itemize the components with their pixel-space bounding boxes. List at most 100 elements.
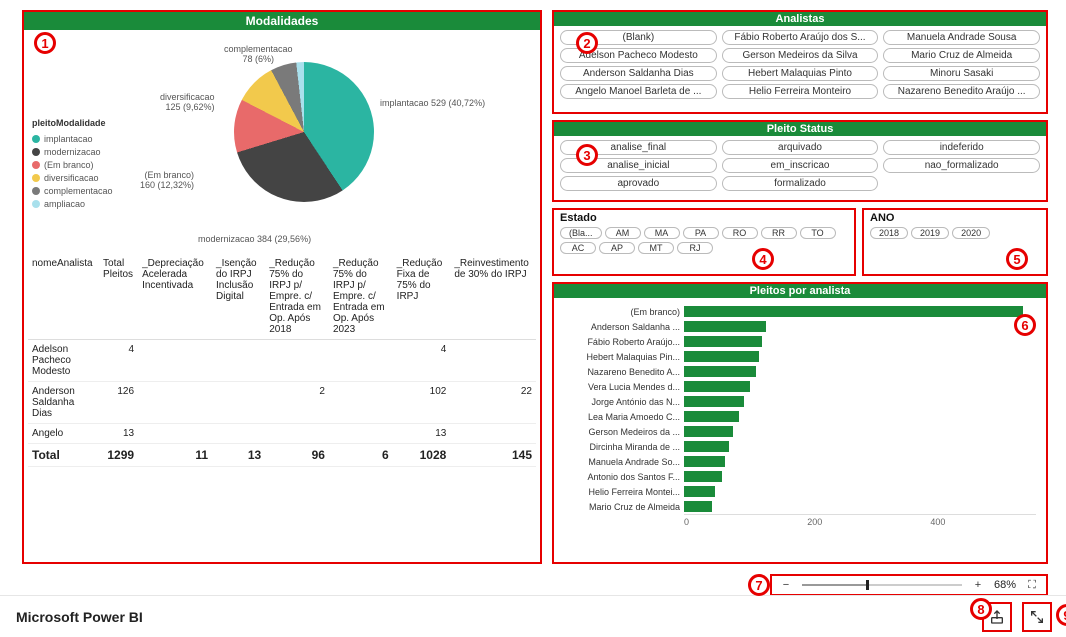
bar-label: Hebert Malaquias Pin... bbox=[564, 352, 680, 362]
bar bbox=[684, 321, 766, 332]
slicer-chip[interactable]: Nazareno Benedito Araújo ... bbox=[883, 84, 1040, 99]
slicer-chip[interactable]: MT bbox=[638, 242, 674, 254]
bar-row[interactable]: Helio Ferreira Montei... bbox=[564, 484, 1036, 499]
legend-item[interactable]: (Em branco) bbox=[32, 160, 113, 170]
slicer-chip[interactable]: RR bbox=[761, 227, 797, 239]
legend-item[interactable]: modernizacao bbox=[32, 147, 113, 157]
table-header-cell[interactable]: _Depreciação Acelerada Incentivada bbox=[138, 254, 212, 340]
zoom-slider[interactable] bbox=[802, 584, 962, 586]
bar-chart[interactable]: (Em branco)Anderson Saldanha ... Fábio Ro… bbox=[554, 298, 1046, 534]
bar bbox=[684, 456, 725, 467]
annotation-badge-8: 8 bbox=[970, 598, 992, 620]
slicer-chip[interactable]: Anderson Saldanha Dias bbox=[560, 66, 717, 81]
bar-row[interactable]: Anderson Saldanha ... bbox=[564, 319, 1036, 334]
bar-row[interactable]: Nazareno Benedito A... bbox=[564, 364, 1036, 379]
slicer-chip[interactable]: formalizado bbox=[722, 176, 879, 191]
slicer-chip[interactable]: Hebert Malaquias Pinto bbox=[722, 66, 879, 81]
legend-swatch bbox=[32, 148, 40, 156]
dashboard: Modalidades pleitoModalidade implantacao… bbox=[0, 0, 1066, 595]
table-total-cell: Total bbox=[28, 444, 99, 467]
legend-item[interactable]: implantacao bbox=[32, 134, 113, 144]
table-row[interactable]: Anderson Saldanha Dias126210222 bbox=[28, 382, 536, 424]
slicer-chip[interactable]: (Bla... bbox=[560, 227, 602, 239]
zoom-in-button[interactable]: + bbox=[970, 579, 986, 591]
legend-item[interactable]: diversificacao bbox=[32, 173, 113, 183]
table-row[interactable]: Angelo1313 bbox=[28, 424, 536, 444]
slicer-analistas: (Blank)Fábio Roberto Araújo dos S...Manu… bbox=[554, 26, 1046, 103]
zoom-out-button[interactable]: − bbox=[778, 579, 794, 591]
pie-slice-label: diversificacao 125 (9,62%) bbox=[160, 92, 215, 112]
annotation-badge-3: 3 bbox=[576, 144, 598, 166]
slicer-chip[interactable]: arquivado bbox=[722, 140, 879, 155]
table-header-cell[interactable]: _Redução 75% do IRPJ p/ Empre. c/ Entrad… bbox=[329, 254, 393, 340]
slicer-chip[interactable]: 2018 bbox=[870, 227, 908, 239]
slicer-chip[interactable]: PA bbox=[683, 227, 719, 239]
legend-item[interactable]: ampliacao bbox=[32, 199, 113, 209]
slicer-ano: 201820192020 bbox=[864, 224, 1046, 242]
slicer-chip[interactable]: Manuela Andrade Sousa bbox=[883, 30, 1040, 45]
fullscreen-button[interactable]: 9 bbox=[1022, 602, 1052, 632]
slicer-chip[interactable]: Fábio Roberto Araújo dos S... bbox=[722, 30, 879, 45]
bar-track bbox=[684, 486, 1036, 497]
legend-item[interactable]: complementacao bbox=[32, 186, 113, 196]
panel-ano: ANO 201820192020 5 bbox=[862, 208, 1048, 276]
slicer-chip[interactable]: AC bbox=[560, 242, 596, 254]
slicer-chip[interactable]: nao_formalizado bbox=[883, 158, 1040, 173]
table-row[interactable]: Adelson Pacheco Modesto44 bbox=[28, 340, 536, 382]
fit-to-page-button[interactable]: ⛶ bbox=[1024, 579, 1040, 592]
bar-row[interactable]: Jorge António das N... bbox=[564, 394, 1036, 409]
table-cell: 102 bbox=[393, 382, 451, 424]
bar-row[interactable]: Manuela Andrade So... bbox=[564, 454, 1036, 469]
bar-row[interactable]: Mario Cruz de Almeida bbox=[564, 499, 1036, 514]
table-total-row: Total129911139661028145 bbox=[28, 444, 536, 467]
share-button[interactable]: 8 bbox=[982, 602, 1012, 632]
annotation-badge-7: 7 bbox=[748, 574, 770, 596]
table-total-cell: 13 bbox=[212, 444, 265, 467]
slicer-chip[interactable]: AM bbox=[605, 227, 641, 239]
bar-track bbox=[684, 501, 1036, 512]
slicer-chip[interactable]: RO bbox=[722, 227, 758, 239]
bar-track bbox=[684, 351, 1036, 362]
table-header-cell[interactable]: _Redução 75% do IRPJ p/ Empre. c/ Entrad… bbox=[265, 254, 329, 340]
bar-row[interactable]: Lea Maria Amoedo C... bbox=[564, 409, 1036, 424]
bar-track bbox=[684, 426, 1036, 437]
pie-slice-label: implantacao 529 (40,72%) bbox=[380, 98, 485, 108]
legend-label: ampliacao bbox=[44, 199, 85, 209]
table-header-cell[interactable]: _Redução Fixa de 75% do IRPJ bbox=[393, 254, 451, 340]
table-header-cell[interactable]: _Reinvestimento de 30% do IRPJ bbox=[450, 254, 536, 340]
slicer-chip[interactable]: RJ bbox=[677, 242, 713, 254]
analyst-table[interactable]: nomeAnalistaTotal Pleitos_Depreciação Ac… bbox=[28, 254, 536, 467]
table-cell: Adelson Pacheco Modesto bbox=[28, 340, 99, 382]
slicer-chip[interactable]: TO bbox=[800, 227, 836, 239]
pie-chart-area[interactable]: pleitoModalidade implantacaomodernizacao… bbox=[24, 30, 540, 254]
slicer-chip[interactable]: AP bbox=[599, 242, 635, 254]
bar-row[interactable]: Vera Lucia Mendes d... bbox=[564, 379, 1036, 394]
bar-row[interactable]: Dircinha Miranda de ... bbox=[564, 439, 1036, 454]
bar-row[interactable]: Fábio Roberto Araújo... bbox=[564, 334, 1036, 349]
slicer-chip[interactable]: Mario Cruz de Almeida bbox=[883, 48, 1040, 63]
slicer-chip[interactable]: 2020 bbox=[952, 227, 990, 239]
slicer-estado: (Bla...AMMAPARORRTO ACAPMTRJ bbox=[554, 224, 854, 257]
bar-row[interactable]: (Em branco) bbox=[564, 304, 1036, 319]
zoom-slider-thumb[interactable] bbox=[866, 580, 869, 590]
slicer-chip[interactable]: Minoru Sasaki bbox=[883, 66, 1040, 81]
slicer-chip[interactable]: 2019 bbox=[911, 227, 949, 239]
table-total-cell: 1028 bbox=[393, 444, 451, 467]
slicer-chip[interactable]: Gerson Medeiros da Silva bbox=[722, 48, 879, 63]
bar-track bbox=[684, 441, 1036, 452]
slicer-chip[interactable]: em_inscricao bbox=[722, 158, 879, 173]
bar-row[interactable]: Gerson Medeiros da ... bbox=[564, 424, 1036, 439]
table-header-cell[interactable]: _Isenção do IRPJ Inclusão Digital bbox=[212, 254, 265, 340]
bar-row[interactable]: Hebert Malaquias Pin... bbox=[564, 349, 1036, 364]
table-cell bbox=[138, 424, 212, 444]
table-header-cell[interactable]: nomeAnalista bbox=[28, 254, 99, 340]
pie-chart[interactable] bbox=[234, 62, 374, 202]
table-header-cell[interactable]: Total Pleitos bbox=[99, 254, 138, 340]
slicer-chip[interactable]: MA bbox=[644, 227, 680, 239]
bar-row[interactable]: Antonio dos Santos F... bbox=[564, 469, 1036, 484]
bar-label: Fábio Roberto Araújo... bbox=[564, 337, 680, 347]
slicer-chip[interactable]: Angelo Manoel Barleta de ... bbox=[560, 84, 717, 99]
slicer-chip[interactable]: aprovado bbox=[560, 176, 717, 191]
slicer-chip[interactable]: Helio Ferreira Monteiro bbox=[722, 84, 879, 99]
slicer-chip[interactable]: indeferido bbox=[883, 140, 1040, 155]
